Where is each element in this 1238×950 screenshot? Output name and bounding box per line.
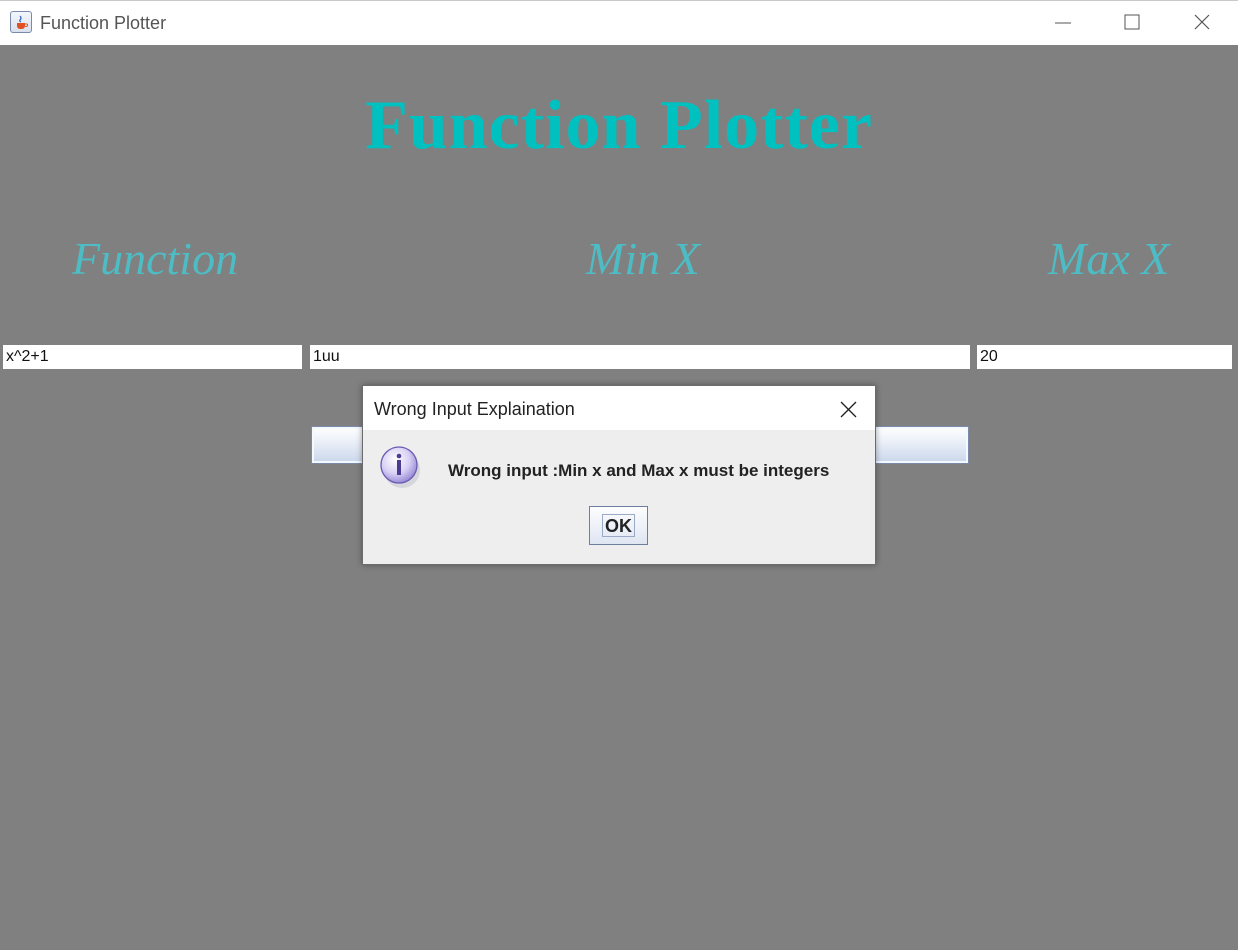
dialog-titlebar: Wrong Input Explaination (363, 386, 875, 430)
app-heading: Function Plotter (365, 87, 873, 164)
close-window-button[interactable] (1179, 1, 1225, 45)
function-input[interactable] (3, 345, 302, 369)
error-dialog: Wrong Input Explaination Wrong input :Mi… (362, 385, 876, 565)
java-cup-icon[interactable] (10, 11, 32, 33)
minimize-button[interactable] (1040, 1, 1086, 45)
window-titlebar: Function Plotter (0, 0, 1238, 45)
maximize-button[interactable] (1109, 1, 1155, 45)
info-icon (380, 446, 420, 488)
dialog-message: Wrong input :Min x and Max x must be int… (448, 461, 830, 480)
close-icon (1194, 14, 1210, 30)
ok-button-label: OK (605, 516, 632, 536)
max-x-input[interactable] (977, 345, 1232, 369)
ok-button[interactable]: OK (589, 506, 648, 545)
close-icon (840, 401, 857, 418)
min-x-label: Min X (586, 233, 700, 284)
minimize-icon (1055, 22, 1071, 24)
max-x-label: Max X (1048, 233, 1170, 284)
window-title: Function Plotter (40, 13, 167, 33)
function-label: Function (72, 233, 239, 284)
maximize-icon (1124, 14, 1140, 30)
dialog-close-button[interactable] (833, 396, 863, 422)
dialog-title: Wrong Input Explaination (374, 399, 575, 419)
min-x-input[interactable] (310, 345, 970, 369)
